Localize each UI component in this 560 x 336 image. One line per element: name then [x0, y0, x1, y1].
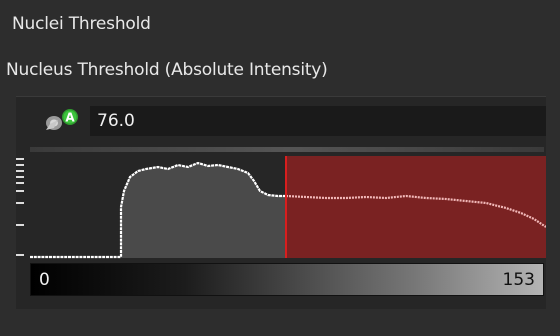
- panel-title: Nuclei Threshold: [12, 14, 151, 34]
- range-min-label: 0: [39, 270, 50, 290]
- threshold-region: [286, 156, 546, 258]
- histogram-fill: [121, 163, 286, 258]
- histogram-scroll-strip[interactable]: [30, 147, 544, 152]
- histogram-y-ticks: [16, 158, 24, 256]
- threshold-value-row: A 76.0: [16, 100, 546, 144]
- range-max-label: 153: [502, 270, 535, 290]
- intensity-histogram[interactable]: [16, 153, 546, 261]
- intensity-range-bar[interactable]: 0 153: [30, 263, 544, 296]
- svg-text:A: A: [65, 111, 75, 125]
- threshold-subtitle: Nucleus Threshold (Absolute Intensity): [6, 60, 328, 80]
- threshold-value-input[interactable]: 76.0: [90, 106, 546, 136]
- auto-threshold-icon[interactable]: A: [36, 106, 86, 136]
